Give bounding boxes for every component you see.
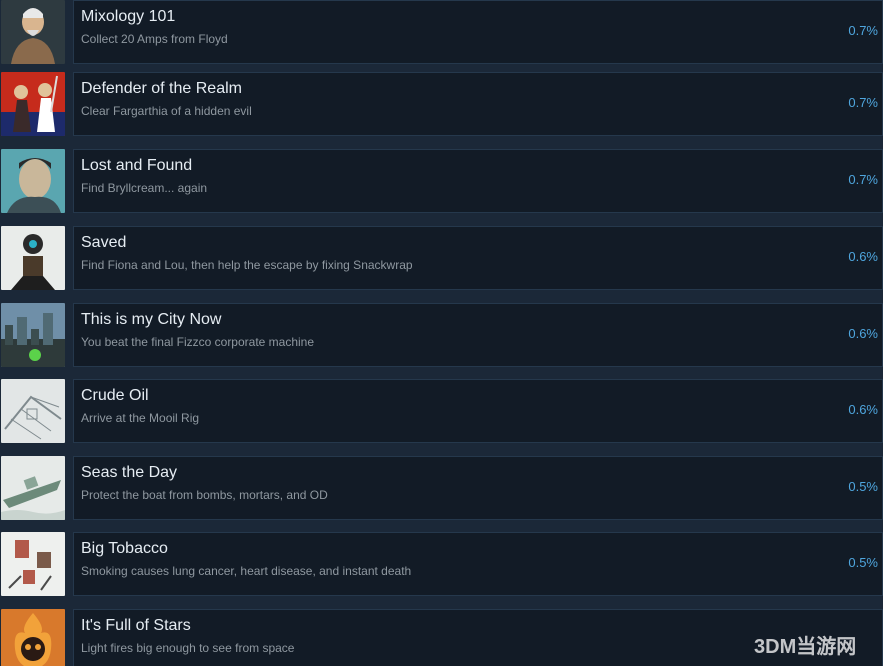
achievement-description: Arrive at the Mooil Rig <box>81 411 200 425</box>
achievement-row[interactable]: It's Full of Stars Light fires big enough… <box>0 609 883 666</box>
achievement-image <box>1 149 65 213</box>
achievement-image <box>1 72 65 136</box>
tobacco-machines-icon <box>1 532 65 596</box>
flaming-skull-icon <box>1 609 65 666</box>
achievement-description: Clear Fargarthia of a hidden evil <box>81 104 252 118</box>
achievement-title: This is my City Now <box>81 311 222 328</box>
achievement-unlock-percent: 0.6% <box>848 402 878 417</box>
achievement-image <box>1 456 65 520</box>
achievement-description: Find Bryllcream... again <box>81 181 208 195</box>
achievement-panel: This is my City Now You beat the final Fi… <box>73 303 883 367</box>
achievement-description: Collect 20 Amps from Floyd <box>81 32 228 46</box>
achievement-title: Defender of the Realm <box>81 80 242 97</box>
achievement-unlock-percent: 0.7% <box>848 95 878 110</box>
robot-icon <box>1 226 65 290</box>
achievement-description: Find Fiona and Lou, then help the escape… <box>81 258 413 272</box>
achievement-panel: Saved Find Fiona and Lou, then help the e… <box>73 226 883 290</box>
boat-icon <box>1 456 65 520</box>
achievement-image <box>1 226 65 290</box>
city-skyline-icon <box>1 303 65 367</box>
achievement-row[interactable]: Crude Oil Arrive at the Mooil Rig 0.6% <box>0 379 883 443</box>
achievement-title: Mixology 101 <box>81 8 176 25</box>
achievement-unlock-percent: 0.6% <box>848 249 878 264</box>
achievement-unlock-percent: 0.5% <box>848 555 878 570</box>
watermark-logo: 3DM当游网 <box>754 634 856 658</box>
achievement-title: Lost and Found <box>81 157 193 174</box>
achievement-row[interactable]: Saved Find Fiona and Lou, then help the e… <box>0 226 883 290</box>
achievement-panel: Crude Oil Arrive at the Mooil Rig 0.6% <box>73 379 883 443</box>
site-watermark: 3DM当游网 <box>752 632 880 660</box>
achievement-panel: Seas the Day Protect the boat from bombs,… <box>73 456 883 520</box>
achievement-title: It's Full of Stars <box>81 617 191 634</box>
achievement-row[interactable]: Mixology 101 Collect 20 Amps from Floyd 0.… <box>0 0 883 64</box>
achievement-list: Mixology 101 Collect 20 Amps from Floyd 0.… <box>0 0 883 666</box>
achievement-panel: Mixology 101 Collect 20 Amps from Floyd 0.… <box>73 0 883 64</box>
knights-on-red-icon <box>1 72 65 136</box>
achievement-panel: Defender of the Realm Clear Fargarthia of… <box>73 72 883 136</box>
achievement-description: Protect the boat from bombs, mortars, an… <box>81 488 328 502</box>
achievement-title: Saved <box>81 234 127 251</box>
achievement-image <box>1 609 65 666</box>
achievement-title: Seas the Day <box>81 464 178 481</box>
achievement-unlock-percent: 0.5% <box>848 479 878 494</box>
achievement-image <box>1 0 65 64</box>
achievement-image <box>1 532 65 596</box>
achievement-title: Crude Oil <box>81 387 149 404</box>
man-portrait-icon <box>1 149 65 213</box>
achievement-title: Big Tobacco <box>81 540 168 557</box>
achievement-row[interactable]: Big Tobacco Smoking causes lung cancer, h… <box>0 532 883 596</box>
achievement-description: You beat the final Fizzco corporate mach… <box>81 335 315 349</box>
achievement-row[interactable]: This is my City Now You beat the final Fi… <box>0 303 883 367</box>
achievement-description: Light fires big enough to see from space <box>81 641 295 655</box>
achievement-panel: Lost and Found Find Bryllcream... again 0.… <box>73 149 883 213</box>
achievement-row[interactable]: Lost and Found Find Bryllcream... again 0.… <box>0 149 883 213</box>
achievement-unlock-percent: 0.7% <box>848 172 878 187</box>
achievement-image <box>1 379 65 443</box>
achievement-unlock-percent: 0.6% <box>848 326 878 341</box>
achievement-unlock-percent: 0.7% <box>848 23 878 38</box>
achievement-description: Smoking causes lung cancer, heart diseas… <box>81 564 412 578</box>
achievement-row[interactable]: Seas the Day Protect the boat from bombs,… <box>0 456 883 520</box>
bartender-portrait-icon <box>1 0 65 64</box>
oil-rig-sketch-icon <box>1 379 65 443</box>
achievement-image <box>1 303 65 367</box>
achievement-panel: Big Tobacco Smoking causes lung cancer, h… <box>73 532 883 596</box>
achievement-row[interactable]: Defender of the Realm Clear Fargarthia of… <box>0 72 883 136</box>
